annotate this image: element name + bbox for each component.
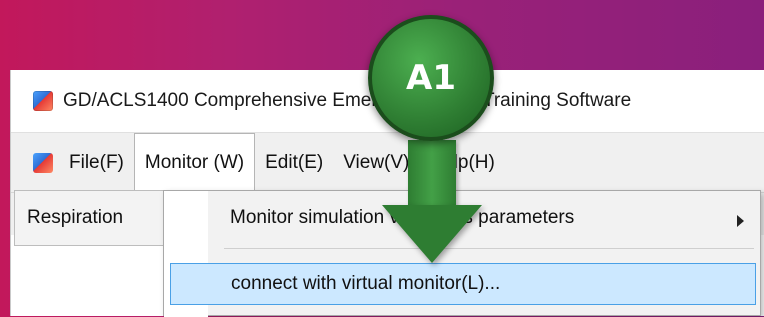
submenu-arrow-icon xyxy=(737,215,744,227)
respiration-label: Respiration xyxy=(27,207,124,228)
annotation-badge: A1 xyxy=(368,15,494,141)
respiration-panel[interactable]: Respiration xyxy=(14,190,164,246)
app-icon xyxy=(33,91,53,111)
menu-view[interactable]: View(V) xyxy=(333,133,419,193)
menu-bar: File(F) Monitor (W) Edit(E) View(V) Help… xyxy=(11,132,764,192)
menu-item-label: connect with virtual monitor(L)... xyxy=(231,273,501,294)
menu-app-icon[interactable] xyxy=(33,152,53,173)
annotation-arrow-down-icon xyxy=(382,205,482,263)
menu-edit[interactable]: Edit(E) xyxy=(255,133,333,193)
annotation-arrow-shaft xyxy=(408,140,456,210)
annotation-badge-text: A1 xyxy=(406,58,456,98)
window-title: GD/ACLS1400 Comprehensive Emergency Skil… xyxy=(63,90,632,111)
menu-separator xyxy=(224,248,754,249)
menu-file[interactable]: File(F) xyxy=(59,133,134,193)
menu-item-connect-virtual-monitor[interactable]: connect with virtual monitor(L)... xyxy=(170,263,756,305)
menu-item-monitor-simulation[interactable]: Monitor simulation vital signs parameter… xyxy=(208,197,758,239)
menu-monitor[interactable]: Monitor (W) xyxy=(133,133,256,192)
